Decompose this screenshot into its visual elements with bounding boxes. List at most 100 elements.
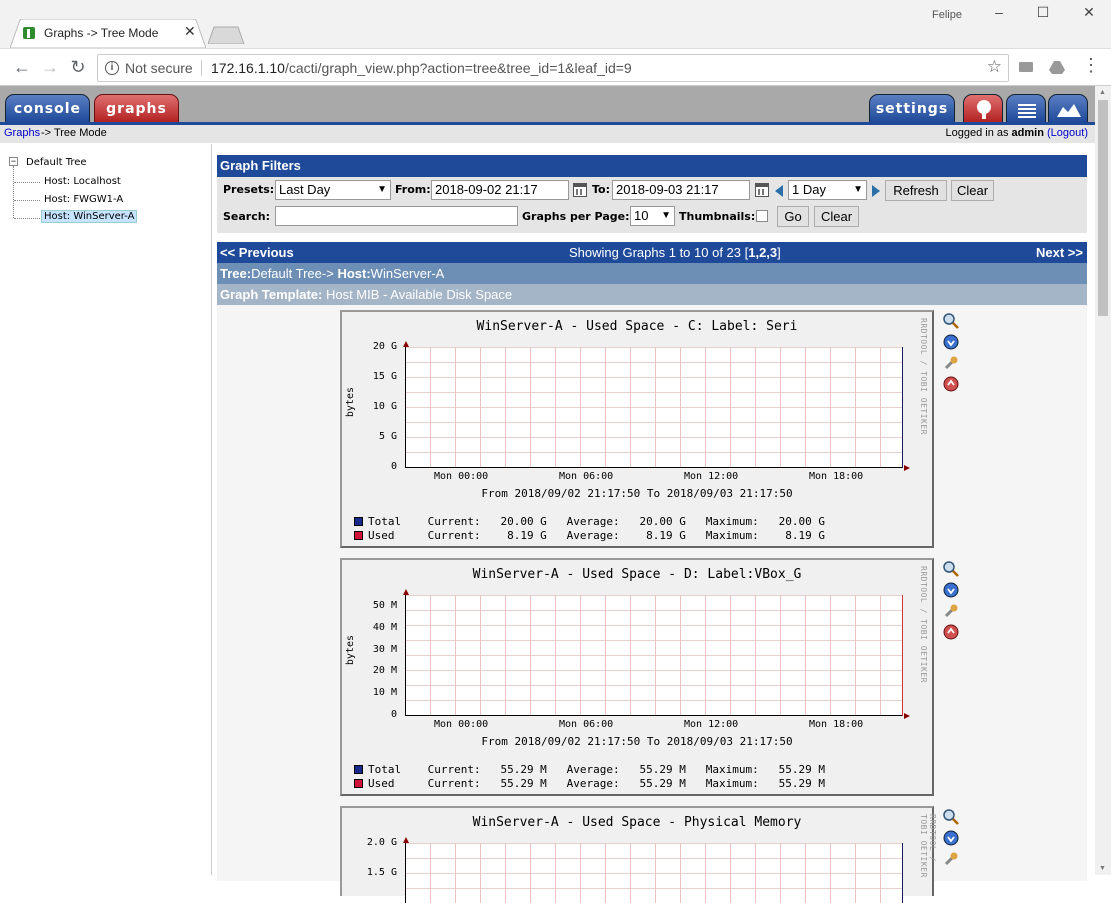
x-tick: Mon 00:00 <box>434 471 489 482</box>
to-calendar-icon[interactable] <box>755 183 769 197</box>
reload-icon[interactable]: ↻ <box>68 57 88 78</box>
cacti-header: console graphs settings <box>0 86 1095 123</box>
scrollbar-thumb[interactable] <box>1098 100 1108 316</box>
cast-icon[interactable] <box>1018 59 1034 75</box>
address-bar[interactable]: i Not secure 172.16.1.10/cacti/graph_vie… <box>97 54 1009 82</box>
new-tab-button[interactable] <box>207 26 246 45</box>
download-icon[interactable] <box>943 582 959 598</box>
list-view-tab[interactable] <box>1006 94 1046 123</box>
tree-label: Tree: <box>220 266 252 281</box>
breadcrumb: Graphs -> Tree Mode Logged in as admin (… <box>0 125 1095 143</box>
graph-period: From 2018/09/02 21:17:50 To 2018/09/03 2… <box>481 735 793 748</box>
timespan-select[interactable]: 1 Day ▼ <box>788 180 867 200</box>
y-tick: 5 G <box>378 431 397 442</box>
tab-console[interactable]: console <box>5 94 90 123</box>
tab-settings[interactable]: settings <box>869 94 955 123</box>
download-icon[interactable] <box>943 334 959 350</box>
legend-total: Total Current: 55.29 M Average: 55.29 M … <box>354 763 825 776</box>
x-tick: Mon 06:00 <box>559 719 614 730</box>
drive-icon[interactable] <box>1049 59 1065 75</box>
shift-left-icon[interactable] <box>775 185 783 197</box>
go-to-top-icon[interactable] <box>943 624 959 640</box>
scroll-down-icon[interactable]: ▼ <box>1099 865 1106 872</box>
forward-icon[interactable]: → <box>40 57 60 78</box>
zoom-icon[interactable] <box>943 561 959 577</box>
go-button[interactable]: Go <box>777 206 809 227</box>
showing-text: Showing Graphs 1 to 10 of 23 [1,2,3] <box>569 242 781 263</box>
graph-image[interactable]: WinServer-A - Used Space - C: Label: Ser… <box>340 310 934 548</box>
to-input[interactable]: 2018-09-03 21:17 <box>612 180 750 200</box>
tree-root[interactable]: Default Tree <box>26 157 87 168</box>
url-text: 172.16.1.10/cacti/graph_view.php?action=… <box>211 60 632 76</box>
from-input[interactable]: 2018-09-02 21:17 <box>431 180 569 200</box>
tree-host-localhost[interactable]: Host: Localhost <box>44 176 121 187</box>
browser-tab[interactable]: Graphs -> Tree Mode ✕ <box>10 19 206 48</box>
graph-image[interactable]: WinServer-A - Used Space - D: Label:VBox… <box>340 558 934 796</box>
properties-icon[interactable] <box>943 851 959 867</box>
bookmark-star-icon[interactable]: ☆ <box>987 57 1002 77</box>
x-axis-arrow <box>904 713 910 719</box>
filters-title: Graph Filters <box>217 155 1087 177</box>
graph-actions <box>943 313 961 397</box>
legend-used: Used Current: 55.29 M Average: 55.29 M M… <box>354 777 825 790</box>
y-tick: 40 M <box>372 622 397 633</box>
presets-select[interactable]: Last Day ▼ <box>275 180 391 200</box>
y-tick: 20 G <box>372 341 397 352</box>
graph-title: WinServer-A - Used Space - C: Label: Ser… <box>476 319 798 334</box>
collapse-icon[interactable]: − <box>9 157 18 166</box>
tree-value: Default Tree-> <box>251 266 334 281</box>
zoom-icon[interactable] <box>943 809 959 825</box>
scroll-up-icon[interactable]: ▲ <box>1099 89 1106 96</box>
next-link[interactable]: Next >> <box>1036 242 1083 263</box>
tab-title: Graphs -> Tree Mode <box>44 26 159 40</box>
properties-icon[interactable] <box>943 603 959 619</box>
maximize-icon[interactable]: ☐ <box>1028 4 1058 24</box>
menu-kebab-icon[interactable]: ⋮ <box>1082 55 1100 76</box>
graph-filters: Graph Filters Presets: Last Day ▼ From: 2… <box>217 155 1087 233</box>
preview-view-tab[interactable] <box>1048 94 1088 123</box>
plot-area <box>403 837 903 903</box>
page-scrollbar[interactable]: ▲ ▼ <box>1095 86 1111 875</box>
tab-close-icon[interactable]: ✕ <box>184 23 196 40</box>
tree-host-fwgw1[interactable]: Host: FWGW1-A <box>44 194 123 205</box>
legend-used-text: Used Current: 55.29 M Average: 55.29 M M… <box>368 777 825 790</box>
graph-image[interactable]: WinServer-A - Used Space - Physical Memo… <box>340 806 937 903</box>
search-input[interactable] <box>275 206 518 226</box>
x-tick: Mon 18:00 <box>809 471 864 482</box>
chevron-down-icon: ▼ <box>377 184 387 195</box>
shift-right-icon[interactable] <box>872 185 880 197</box>
info-icon[interactable]: i <box>105 61 119 75</box>
breadcrumb-current: -> Tree Mode <box>41 127 107 139</box>
y-tick: 30 M <box>372 644 397 655</box>
go-to-top-icon[interactable] <box>943 376 959 392</box>
logout-link[interactable]: (Logout) <box>1047 127 1088 139</box>
timespan-value: 1 Day <box>792 182 826 197</box>
previous-link[interactable]: << Previous <box>220 242 294 263</box>
y-tick: 15 G <box>372 371 397 382</box>
tree-view-tab[interactable] <box>963 94 1003 123</box>
graph-title: WinServer-A - Used Space - D: Label:VBox… <box>472 567 802 582</box>
template-label: Graph Template: <box>220 287 323 302</box>
from-calendar-icon[interactable] <box>573 183 587 197</box>
clear-search-button[interactable]: Clear <box>814 206 859 227</box>
minimize-icon[interactable]: – <box>984 4 1014 24</box>
tree-host-winserver[interactable]: Host: WinServer-A <box>41 210 138 223</box>
rrdtool-watermark: RRDTOOL / TOBI OETIKER <box>919 814 937 878</box>
close-window-icon[interactable]: ✕ <box>1074 4 1104 24</box>
zoom-icon[interactable] <box>943 313 959 329</box>
thumbnails-checkbox[interactable] <box>756 210 768 222</box>
refresh-button[interactable]: Refresh <box>885 180 947 201</box>
graph-actions <box>943 561 961 645</box>
preview-graph-icon <box>1057 104 1081 117</box>
per-page-select[interactable]: 10 ▼ <box>630 206 675 226</box>
breadcrumb-graphs-link[interactable]: Graphs <box>4 125 40 141</box>
page-links[interactable]: 1,2,3 <box>748 245 777 260</box>
download-icon[interactable] <box>943 830 959 846</box>
back-icon[interactable]: ← <box>12 57 32 78</box>
properties-icon[interactable] <box>943 355 959 371</box>
tab-graphs[interactable]: graphs <box>94 94 179 123</box>
logged-user: admin <box>1011 127 1044 139</box>
logged-prefix: Logged in as <box>945 127 1009 139</box>
per-page-value: 10 <box>634 208 649 223</box>
clear-button[interactable]: Clear <box>951 180 994 201</box>
